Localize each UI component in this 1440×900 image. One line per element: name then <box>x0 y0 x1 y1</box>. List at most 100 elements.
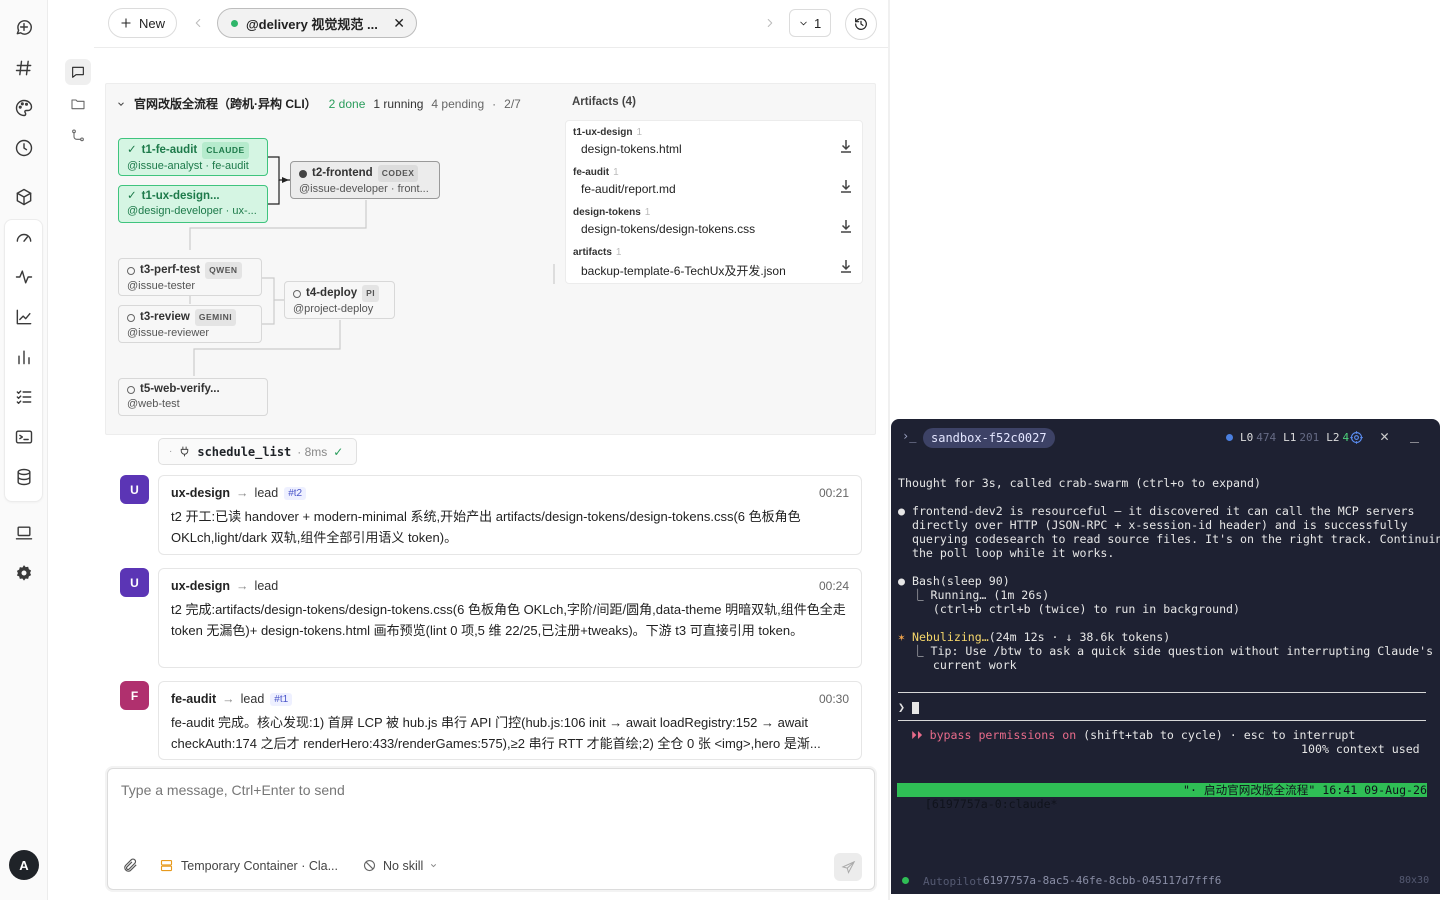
next-tab-button[interactable] <box>757 8 783 38</box>
workflow-node-t1-ux-design[interactable]: ✓ t1-ux-design... @design-developer · ux-… <box>118 185 268 223</box>
sandbox-badge[interactable]: sandbox-f52c0027 <box>923 428 1055 448</box>
artifact-item[interactable]: design-tokens 1 design-tokens/design-toke… <box>573 201 858 241</box>
prev-tab-button[interactable] <box>183 8 213 38</box>
cursor-block <box>911 701 919 714</box>
workflow-node-t4-deploy[interactable]: t4-deploy PI @project-deploy <box>284 281 395 319</box>
workflow-header[interactable]: 官网改版全流程（跨机·异构 CLI） 2 done 1 running 4 pe… <box>116 95 521 112</box>
terminal-line: the poll loop while it works. <box>898 546 1115 560</box>
workflow-node-t2-frontend[interactable]: t2-frontend CODEX @issue-developer · fron… <box>290 161 440 199</box>
chat-tab[interactable]: @delivery 视觉规范 ... ✕ <box>217 8 417 38</box>
plug-icon <box>181 446 189 457</box>
check-icon: ✓ <box>127 144 137 156</box>
task-ref-badge[interactable]: #t1 <box>270 692 293 706</box>
engine-badge: GEMINI <box>194 309 237 326</box>
left-rail: A <box>0 0 48 900</box>
gauge-icon[interactable] <box>12 225 36 249</box>
message-time: 00:24 <box>818 579 849 593</box>
checklist-icon[interactable] <box>12 385 36 409</box>
artifact-filename: design-tokens/design-tokens.css <box>581 222 756 236</box>
terminal-footer: Autopilot 6197757a-8ac5-46fe-8cbb-045117… <box>891 868 1440 894</box>
git-branch-icon[interactable] <box>65 123 91 149</box>
artifact-item[interactable]: artifacts 1 backup-template-6-TechUx及开发.j… <box>573 241 858 281</box>
engine-badge: QWEN <box>205 262 242 279</box>
new-button[interactable]: New <box>108 8 177 38</box>
folder-icon[interactable] <box>65 91 91 117</box>
artifact-item[interactable]: t1-ux-design 1 design-tokens.html <box>573 121 858 161</box>
terminal-line: ⎿ Tip: Use /btw to ask a quick side ques… <box>898 644 1434 658</box>
bypass-permissions-line: ⏵⏵ bypass permissions on (shift+tab to c… <box>911 728 1355 742</box>
bullet-icon: · <box>169 446 173 457</box>
level-counters: L0 474 L1 201 L2 4 <box>1226 431 1349 444</box>
history-button[interactable] <box>845 8 877 40</box>
autopilot-label[interactable]: Autopilot <box>923 875 983 888</box>
terminal-line: ● Bash(sleep 90) <box>898 574 1010 588</box>
terminal-input[interactable]: ❯ <box>898 700 919 714</box>
chevron-left-icon <box>195 18 201 28</box>
terminal-panel[interactable]: ›_ sandbox-f52c0027 L0 474 L1 201 L2 4 ✕ _ … <box>891 419 1440 894</box>
message-composer[interactable]: Type a message, Ctrl+Enter to send Tempo… <box>107 768 875 890</box>
line-chart-icon[interactable] <box>12 305 36 329</box>
terminal-line: current work <box>898 658 1017 672</box>
download-icon[interactable] <box>840 259 852 273</box>
close-terminal-icon[interactable]: ✕ <box>1380 427 1389 445</box>
close-tab-icon[interactable]: ✕ <box>393 15 405 32</box>
message-recipient: lead <box>240 692 265 706</box>
message-recipient: lead <box>254 579 279 593</box>
artifact-group: t1-ux-design <box>573 127 633 138</box>
skill-selector[interactable]: No skill <box>362 858 438 873</box>
target-icon[interactable] <box>1349 430 1364 445</box>
composer-placeholder[interactable]: Type a message, Ctrl+Enter to send <box>121 782 345 798</box>
artifact-group: artifacts <box>573 247 612 258</box>
terminal-line: directly over HTTP (JSON-RPC + x-session… <box>898 518 1408 532</box>
activity-pulse-icon[interactable] <box>12 265 36 289</box>
channels-hash-icon[interactable] <box>12 56 36 80</box>
bar-chart-icon[interactable] <box>12 345 36 369</box>
tmux-session: [6197757a-0:claude* <box>924 797 1058 811</box>
send-button[interactable] <box>834 853 862 881</box>
task-ref-badge[interactable]: #t2 <box>284 486 307 500</box>
new-chat-icon[interactable] <box>12 15 36 39</box>
chat-bubble-icon[interactable] <box>65 59 91 85</box>
level-value: 474 <box>1256 431 1277 444</box>
sender-avatar: F <box>120 681 149 710</box>
settings-gear-icon[interactable] <box>12 561 36 585</box>
download-icon[interactable] <box>840 179 852 193</box>
message-card[interactable]: fe-audit → lead #t1 00:30 fe-audit 完成。核心… <box>158 681 862 760</box>
level-label: L0 <box>1240 431 1254 444</box>
version-dropdown[interactable]: 1 <box>789 9 831 37</box>
database-icon[interactable] <box>12 465 36 489</box>
artifact-count: 1 <box>644 207 651 218</box>
terminal-icon[interactable] <box>12 425 36 449</box>
bypass-hint: (shift+tab to cycle) · esc to interrupt <box>1076 728 1356 742</box>
palette-icon[interactable] <box>12 96 36 120</box>
online-status-dot <box>231 19 238 27</box>
message-card[interactable]: ux-design → lead 00:24 t2 完成:artifacts/d… <box>158 568 862 668</box>
container-selector[interactable]: Temporary Container · Cla... <box>159 858 338 873</box>
laptop-icon[interactable] <box>12 521 36 545</box>
message-card[interactable]: ux-design → lead #t2 00:21 t2 开工:已读 hand… <box>158 475 862 555</box>
workflow-node-t3-review[interactable]: t3-review GEMINI @issue-reviewer <box>118 305 262 343</box>
message-time: 00:30 <box>818 692 849 706</box>
tool-call-chip[interactable]: · schedule_list · 8ms ✓ <box>158 438 357 465</box>
artifacts-title: Artifacts (4) <box>572 96 636 108</box>
input-divider-bottom <box>898 720 1426 721</box>
terminal-header: ›_ sandbox-f52c0027 L0 474 L1 201 L2 4 ✕ _ <box>891 419 1440 455</box>
download-icon[interactable] <box>840 139 852 153</box>
package-cube-icon[interactable] <box>12 185 36 209</box>
terminal-line: querying codesearch to read source files… <box>898 532 1440 546</box>
node-assignee: @design-developer · ux-... <box>127 205 257 217</box>
workflow-node-t5-web-verify[interactable]: t5-web-verify... @web-test <box>118 378 268 416</box>
minimize-terminal-icon[interactable]: _ <box>1410 425 1419 443</box>
history-clock-icon[interactable] <box>12 136 36 160</box>
collapse-chevron-icon[interactable] <box>116 99 126 109</box>
workflow-node-t1-fe-audit[interactable]: ✓ t1-fe-audit CLAUDE @issue-analyst · fe-a… <box>118 138 268 176</box>
artifact-count: 1 <box>615 247 622 258</box>
level-label: L1 <box>1283 431 1297 444</box>
paperclip-icon[interactable] <box>122 857 139 874</box>
send-icon <box>840 860 855 874</box>
user-avatar[interactable]: A <box>9 850 39 880</box>
artifact-item[interactable]: fe-audit 1 fe-audit/report.md <box>573 161 858 201</box>
panel-divider[interactable] <box>888 0 890 900</box>
download-icon[interactable] <box>840 219 852 233</box>
workflow-node-t3-perf-test[interactable]: t3-perf-test QWEN @issue-tester <box>118 258 262 296</box>
